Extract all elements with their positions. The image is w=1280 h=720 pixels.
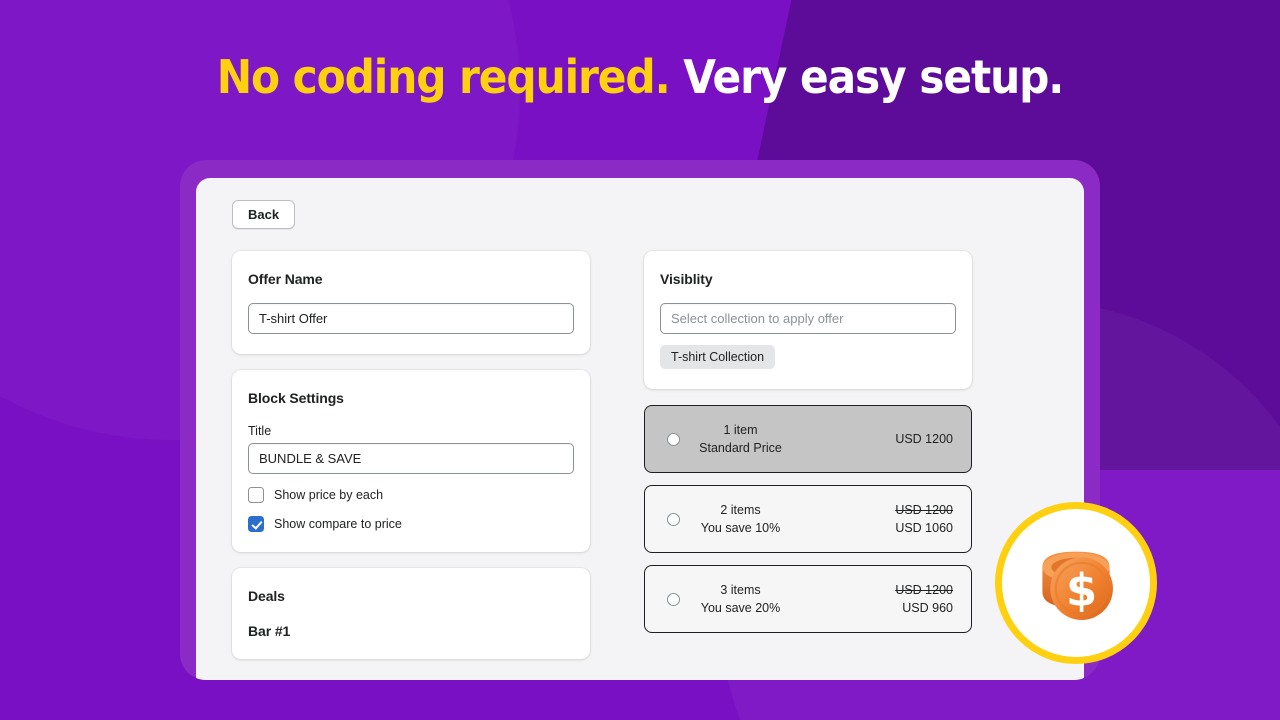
offer-option-2-subtitle: You save 10%: [700, 521, 781, 535]
deals-title: Deals: [248, 588, 285, 604]
offer-option-2-price: USD 1060: [895, 521, 953, 535]
deals-card: Deals Bar #1: [232, 568, 590, 659]
coins-dollar-icon: $: [1042, 551, 1113, 620]
offer-option-2-price-old: USD 1200: [895, 502, 953, 517]
offer-option-2-quantity: 2 items: [720, 502, 761, 517]
offer-option-row-3[interactable]: 3 items You save 20% USD 1200 USD 960: [644, 565, 972, 633]
offer-option-1-quantity: 1 item: [723, 422, 758, 437]
app-panel: Back Offer Name Block Settings Title: [196, 178, 1084, 680]
page-title: No coding required. Very easy setup.: [51, 50, 1229, 104]
visibility-title: Visiblity: [660, 271, 713, 287]
collection-select-input[interactable]: [660, 303, 956, 334]
deals-bar-label: Bar #1: [248, 623, 291, 639]
left-column: Offer Name Block Settings Title Show pri…: [232, 251, 590, 675]
checkbox-unchecked-icon[interactable]: [248, 487, 264, 503]
radio-icon-2[interactable]: [667, 512, 680, 526]
offer-option-1-text: 1 item Standard Price: [680, 421, 861, 457]
radio-icon-1[interactable]: [667, 432, 680, 446]
offer-option-3-quantity: 3 items: [720, 582, 761, 597]
svg-text:$: $: [1066, 563, 1097, 616]
offer-option-2-text: 2 items You save 10%: [680, 501, 861, 537]
block-title-input[interactable]: [248, 443, 574, 474]
offer-option-3-price: USD 960: [902, 601, 953, 615]
checkbox-label-show-compare-to-price: Show compare to price: [274, 517, 402, 531]
block-settings-card: Block Settings Title Show price by each …: [232, 370, 590, 552]
collection-chip[interactable]: T-shirt Collection: [660, 345, 776, 369]
offer-name-input[interactable]: [248, 303, 574, 334]
offer-option-2-price-group: USD 1200 USD 1060: [861, 501, 953, 537]
visibility-card: Visiblity T-shirt Collection: [644, 251, 972, 389]
offer-option-3-subtitle: You save 20%: [700, 601, 781, 615]
title-field-label: Title: [248, 424, 272, 438]
offer-option-row-2[interactable]: 2 items You save 10% USD 1200 USD 1060: [644, 485, 972, 553]
block-settings-title: Block Settings: [248, 390, 344, 406]
checkbox-label-show-price-by-each: Show price by each: [274, 488, 384, 502]
headline-part-one: No coding required.: [216, 50, 671, 104]
coins-badge: $: [995, 502, 1157, 664]
headline-part-two: Very easy setup.: [683, 50, 1064, 104]
checkbox-row-show-compare-to-price[interactable]: Show compare to price: [248, 516, 574, 532]
back-button[interactable]: Back: [232, 200, 296, 229]
promo-banner: No coding required. Very easy setup. Bac…: [0, 0, 1280, 720]
checkbox-checked-icon[interactable]: [248, 516, 264, 532]
offer-name-card: Offer Name: [232, 251, 590, 354]
offer-option-row-1[interactable]: 1 item Standard Price USD 1200: [644, 405, 972, 473]
offer-name-title: Offer Name: [248, 271, 323, 287]
device-frame: Back Offer Name Block Settings Title: [180, 160, 1100, 680]
offer-option-3-text: 3 items You save 20%: [680, 581, 861, 617]
offer-option-1-price-group: USD 1200: [861, 432, 953, 446]
offer-option-1-price: USD 1200: [895, 432, 953, 446]
checkbox-row-show-price-by-each[interactable]: Show price by each: [248, 487, 574, 503]
offer-option-3-price-old: USD 1200: [895, 582, 953, 597]
offer-option-3-price-group: USD 1200 USD 960: [861, 581, 953, 617]
right-column: Visiblity T-shirt Collection 1 item Stan…: [644, 251, 972, 645]
settings-columns: Offer Name Block Settings Title Show pri…: [232, 251, 1048, 675]
radio-icon-3[interactable]: [667, 592, 680, 606]
offer-option-1-subtitle: Standard Price: [699, 441, 782, 455]
